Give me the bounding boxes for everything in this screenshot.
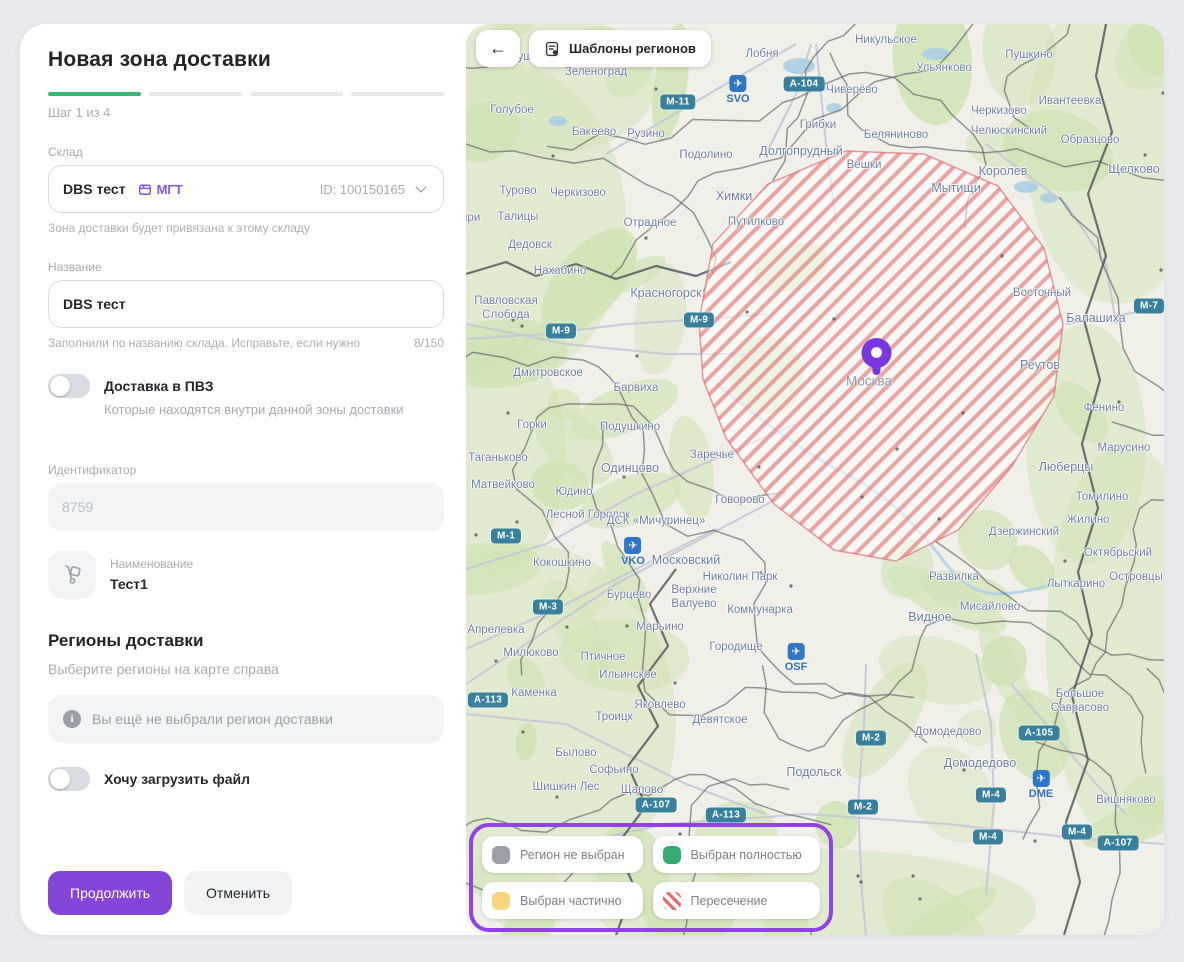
progress-segment (351, 92, 444, 96)
entity-row: Наименование Тест1 (48, 551, 444, 599)
road-badge: А-113 (706, 808, 746, 823)
airport-code: DME (1029, 788, 1053, 800)
airport-code: VKO (621, 555, 645, 567)
road-badge: М-9 (684, 313, 714, 328)
delivery-zone-form: Новая зона доставки Шаг 1 из 4 Склад DBS… (20, 24, 466, 935)
legend-swatch-icon (492, 846, 510, 864)
plane-icon: ✈ (729, 75, 746, 92)
road-badge: А-107 (636, 798, 677, 813)
name-counter: 8/150 (414, 336, 444, 350)
warehouse-label: Склад (48, 145, 444, 159)
warehouse-helper: Зона доставки будет привязана к этому ск… (48, 221, 444, 235)
road-badge: А-104 (784, 77, 825, 92)
airport-marker: ✈DME (1029, 770, 1053, 800)
progress-segment (250, 92, 343, 96)
back-button[interactable]: ← (476, 30, 520, 67)
name-label: Название (48, 260, 444, 274)
box-icon (138, 182, 152, 196)
continue-button[interactable]: Продолжить (48, 871, 172, 915)
legend-chip: Выбран полностью (653, 836, 820, 873)
region-templates-label: Шаблоны регионов (569, 41, 696, 56)
notice-text: Вы ещё не выбрали регион доставки (92, 711, 333, 727)
cancel-button[interactable]: Отменить (184, 871, 292, 915)
map-toolbar: ← Шаблоны регионов (476, 30, 711, 67)
legend-chip: Выбран частично (482, 882, 643, 919)
info-icon: i (63, 710, 81, 728)
regions-hint: Выберите регионы на карте справа (48, 661, 444, 677)
upload-toggle-row: Хочу загрузить файл (48, 767, 444, 791)
legend-swatch-icon (663, 892, 681, 910)
road-badge: М-4 (976, 788, 1006, 803)
road-badge: М-7 (1134, 299, 1164, 314)
regions-heading: Регионы доставки (48, 631, 444, 651)
empty-region-notice: i Вы ещё не выбрали регион доставки (48, 695, 444, 743)
legend-swatch-icon (492, 892, 510, 910)
warehouse-select[interactable]: DBS тест МГТ ID: 100150165 (48, 165, 444, 213)
warehouse-id: ID: 100150165 (320, 182, 405, 197)
template-doc-icon (544, 41, 560, 57)
legend-label: Выбран частично (520, 894, 622, 908)
road-badge: М-1 (491, 529, 521, 544)
road-badge: М-11 (660, 95, 695, 110)
upload-toggle-title: Хочу загрузить файл (104, 767, 250, 791)
airport-marker: ✈OSF (785, 643, 808, 673)
pvz-toggle[interactable] (48, 374, 90, 398)
location-pin-icon (858, 336, 895, 384)
map-canvas (466, 24, 1164, 935)
progress-bar (48, 92, 444, 96)
arrow-left-icon: ← (489, 38, 507, 59)
progress-segment (48, 92, 141, 96)
legend-chip: Регион не выбран (482, 836, 643, 873)
road-badge: М-3 (533, 600, 563, 615)
name-helper: Заполнили по названию склада. Исправьте,… (48, 336, 360, 350)
pvz-toggle-title: Доставка в ПВЗ (104, 374, 404, 398)
entity-label: Наименование (110, 557, 193, 571)
progress-segment (149, 92, 242, 96)
identifier-label: Идентификатор (48, 463, 444, 477)
road-badge: М-2 (856, 731, 886, 746)
legend-swatch-icon (663, 846, 681, 864)
pvz-toggle-row: Доставка в ПВЗ Которые находятся внутри … (48, 374, 444, 419)
road-badge: А-113 (468, 693, 508, 708)
upload-file-toggle[interactable] (48, 767, 90, 791)
legend-label: Выбран полностью (691, 848, 802, 862)
airport-code: OSF (785, 661, 808, 673)
name-input[interactable] (48, 280, 444, 328)
entity-value: Тест1 (110, 576, 193, 592)
plane-icon: ✈ (625, 537, 642, 554)
legend-chip: Пересечение (653, 882, 820, 919)
chevron-down-icon (415, 181, 426, 192)
road-badge: А-107 (1098, 836, 1139, 851)
hand-truck-icon (48, 551, 96, 599)
road-badge: А-105 (1019, 726, 1060, 741)
plane-icon: ✈ (788, 643, 805, 660)
legend-label: Регион не выбран (520, 848, 625, 862)
form-actions: Продолжить Отменить (48, 871, 292, 915)
page-title: Новая зона доставки (48, 48, 444, 72)
warehouse-value: DBS тест (63, 181, 126, 197)
warehouse-tag: МГТ (138, 182, 183, 197)
step-label: Шаг 1 из 4 (48, 105, 444, 120)
airport-marker: ✈VKO (621, 537, 645, 567)
plane-icon: ✈ (1032, 770, 1049, 787)
airport-marker: ✈SVO (726, 75, 749, 105)
road-badge: М-9 (546, 324, 576, 339)
airport-code: SVO (726, 93, 749, 105)
road-badge: М-2 (848, 800, 878, 815)
main-card: Новая зона доставки Шаг 1 из 4 Склад DBS… (20, 24, 1164, 935)
identifier-input (48, 483, 444, 531)
region-map[interactable]: АлабушевоЗеленоградЛобняНикульскоеУльянк… (466, 24, 1164, 935)
legend-label: Пересечение (691, 894, 768, 908)
region-templates-button[interactable]: Шаблоны регионов (529, 30, 711, 67)
warehouse-tag-label: МГТ (157, 182, 183, 197)
road-badge: М-4 (973, 830, 1003, 845)
pvz-toggle-subtitle: Которые находятся внутри данной зоны дос… (104, 402, 404, 419)
map-legend: Регион не выбран Выбран полностью Выбран ч… (469, 823, 833, 932)
road-badge: М-4 (1062, 825, 1092, 840)
